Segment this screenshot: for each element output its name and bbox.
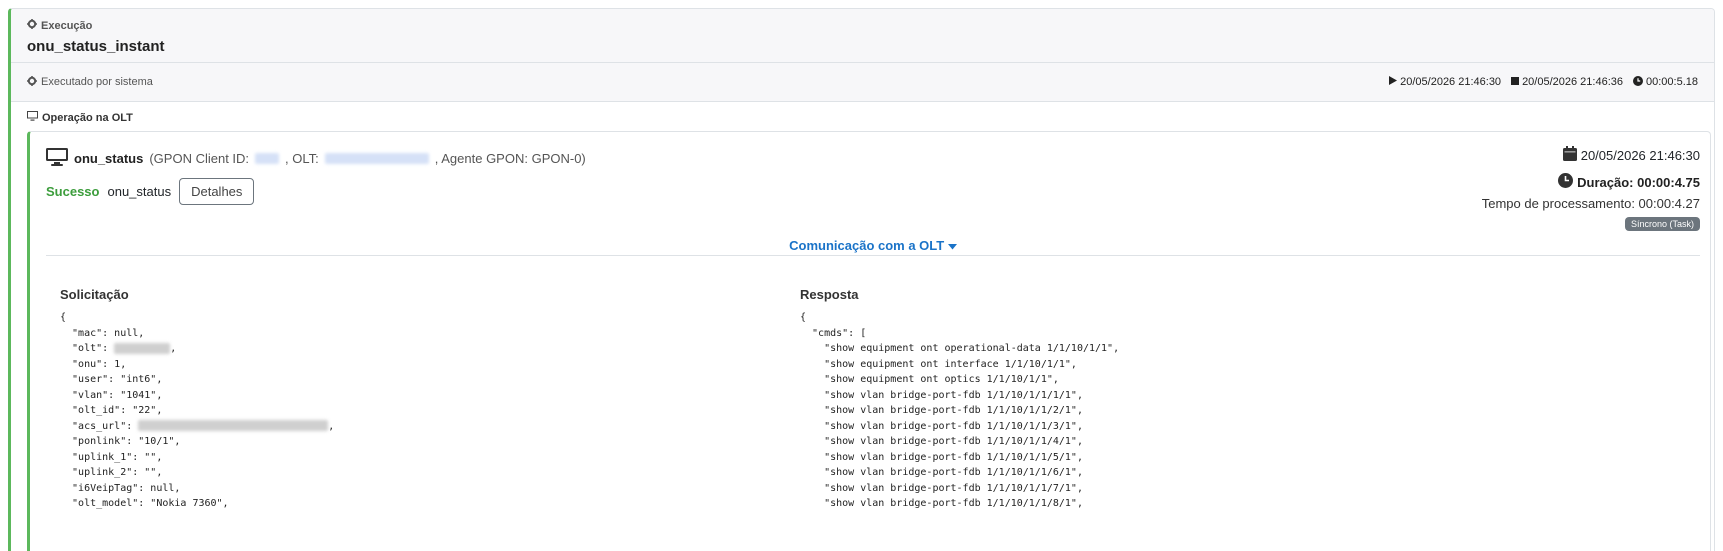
operation-name: onu_status <box>74 151 144 166</box>
start-time: 20/05/2026 21:46:30 <box>1389 76 1501 88</box>
play-icon <box>1389 76 1398 88</box>
response-code-line: "show equipment ont operational-data 1/1… <box>800 343 1120 354</box>
request-code-line: "ponlink": "10/1", <box>60 436 181 447</box>
operation-section-title: Operação na OLT <box>27 111 1698 124</box>
gpon-client-label: (GPON Client ID: <box>149 151 250 166</box>
stop-icon <box>1511 76 1520 88</box>
clock-icon <box>1558 173 1574 191</box>
mode-badge: Síncrono (Task) <box>1624 217 1700 231</box>
desktop-icon <box>46 148 68 169</box>
request-code-line: "olt_model": "Nokia 7360", <box>60 498 229 509</box>
processing-time: Tempo de processamento: 00:00:4.27 <box>1481 196 1700 211</box>
elapsed-time: 00:00:5.18 <box>1633 75 1698 89</box>
execution-times: 20/05/2026 21:46:30 20/05/2026 21:46:36 … <box>1385 75 1698 89</box>
response-code-line: "show vlan bridge-port-fdb 1/1/10/1/1/4/… <box>800 436 1083 447</box>
request-code-line: "uplink_2": "", <box>60 467 163 478</box>
response-code-line: "show vlan bridge-port-fdb 1/1/10/1/1/6/… <box>800 467 1083 478</box>
request-code-line: "vlan": "1041", <box>60 389 163 401</box>
redacted-value <box>114 342 171 354</box>
response-code-line: "show equipment ont optics 1/1/10/1/1", <box>800 374 1059 385</box>
operation-duration: Duração: 00:00:4.75 <box>1482 173 1700 191</box>
request-code-line: "mac": null, <box>60 327 145 339</box>
gear-icon <box>27 19 37 32</box>
calendar-icon <box>1562 146 1577 164</box>
executed-by: Executado por sistema <box>27 75 153 89</box>
olt-label: , OLT: <box>285 151 319 166</box>
request-code-line: "acs_url": , <box>60 420 335 432</box>
response-code-line: "show vlan bridge-port-fdb 1/1/10/1/1/2/… <box>800 405 1083 416</box>
request-code: { "mac": null, "olt": , "onu": 1, "user"… <box>60 310 710 512</box>
execution-info-row: Executado por sistema 20/05/2026 21:46:3… <box>11 63 1714 102</box>
redacted-gpon-id <box>255 153 280 164</box>
request-code-line: "i6VeipTag": null, <box>60 482 181 494</box>
execution-header: Execução onu_status_instant <box>11 9 1714 63</box>
response-code-line: "show vlan bridge-port-fdb 1/1/10/1/1/7/… <box>800 482 1083 494</box>
operation-date: 20/05/2026 21:46:30 <box>1482 146 1700 164</box>
agent-label: , Agente GPON: GPON-0) <box>434 151 586 166</box>
operation-timing: 20/05/2026 21:46:30 Duração: 00:00:4.75 … <box>1482 146 1700 231</box>
caret-down-icon <box>947 238 957 253</box>
command-name: onu_status <box>107 184 172 199</box>
request-code-line: "olt": , <box>60 342 177 354</box>
execution-card: Execução onu_status_instant Executado po… <box>8 8 1715 551</box>
communication-toggle[interactable]: Comunicação com a OLT <box>789 238 957 253</box>
end-time: 20/05/2026 21:46:36 <box>1511 76 1623 88</box>
redacted-olt-name <box>324 153 429 164</box>
clock-icon <box>1633 75 1643 89</box>
response-code-line: "show vlan bridge-port-fdb 1/1/10/1/1/8/… <box>800 498 1083 509</box>
operation-card: onu_status (GPON Client ID: , OLT: , Age… <box>27 131 1711 551</box>
status-badge: Sucesso <box>46 184 100 199</box>
operation-status-line: Sucesso onu_status Detalhes <box>46 178 255 205</box>
request-code-line: "onu": 1, <box>60 358 127 370</box>
response-code-line: "cmds": [ <box>800 327 867 339</box>
details-button[interactable]: Detalhes <box>179 178 255 205</box>
response-code-line: "show vlan bridge-port-fdb 1/1/10/1/1/1/… <box>800 389 1083 401</box>
communication-toggle-row: Comunicação com a OLT <box>46 238 1700 256</box>
operation-summary: onu_status (GPON Client ID: , OLT: , Age… <box>46 148 586 169</box>
response-code-line: "show vlan bridge-port-fdb 1/1/10/1/1/3/… <box>800 420 1083 432</box>
response-code: { "cmds": [ "show equipment ont operatio… <box>800 310 1450 512</box>
gear-icon <box>27 75 37 89</box>
execution-label: Execução <box>27 19 1698 32</box>
response-code-line: "show vlan bridge-port-fdb 1/1/10/1/1/5/… <box>800 451 1083 463</box>
request-code-line: "user": "int6", <box>60 374 163 385</box>
response-panel: Resposta { "cmds": [ "show equipment ont… <box>800 287 1450 512</box>
response-code-line: "show equipment ont interface 1/1/10/1/1… <box>800 358 1077 370</box>
operation-section: Operação na OLT <box>11 102 1714 132</box>
response-title: Resposta <box>800 287 859 302</box>
request-panel: Solicitação { "mac": null, "olt": , "onu… <box>60 287 710 512</box>
response-code-line: { <box>800 312 807 323</box>
request-code-line: "olt_id": "22", <box>60 405 163 416</box>
redacted-value <box>138 420 329 431</box>
request-code-line: { <box>60 312 67 323</box>
page-title: onu_status_instant <box>27 38 165 55</box>
request-code-line: "uplink_1": "", <box>60 451 163 463</box>
request-title: Solicitação <box>60 287 129 302</box>
monitor-icon <box>27 111 38 124</box>
